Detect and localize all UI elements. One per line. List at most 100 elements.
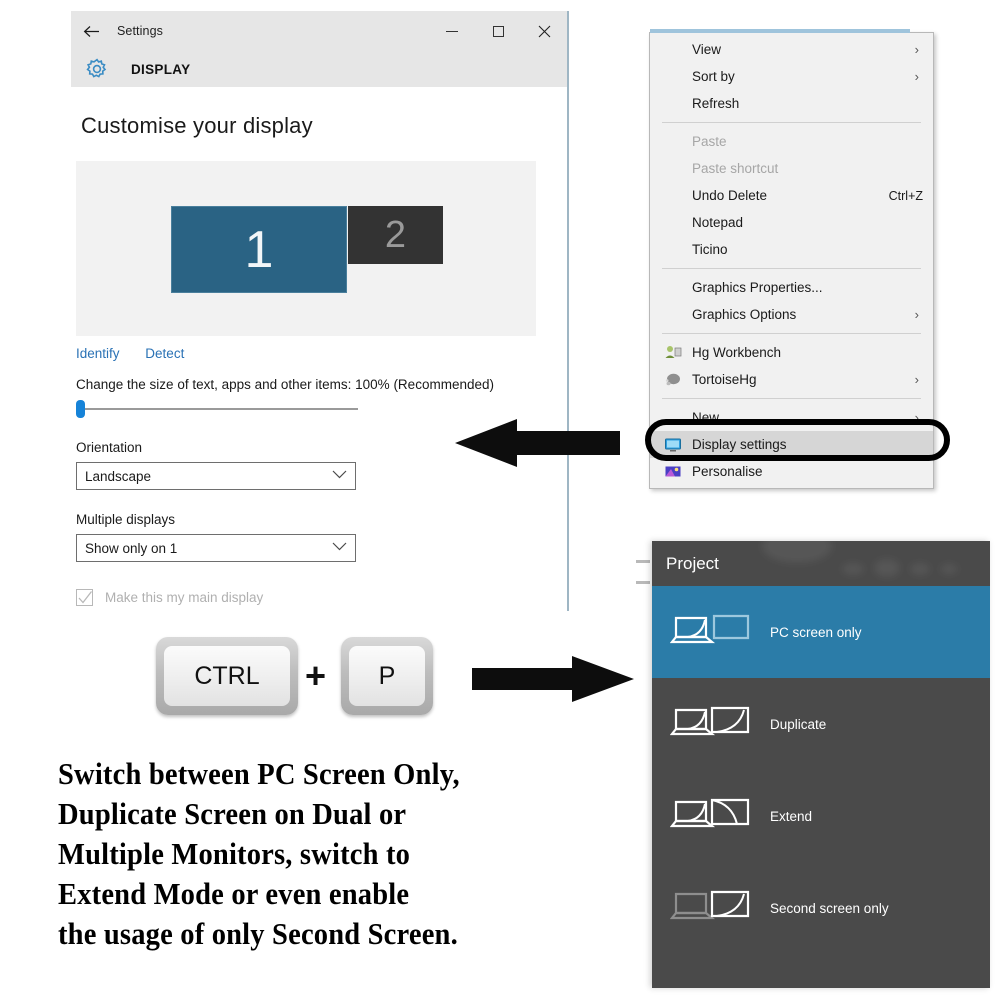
menu-separator xyxy=(662,398,921,399)
context-menu-item-ticino[interactable]: Ticino xyxy=(650,236,933,263)
context-menu-item-paste: Paste xyxy=(650,128,933,155)
check-icon xyxy=(78,591,92,604)
project-panel: Project PC screen only Duplicate Extend … xyxy=(652,541,990,988)
main-display-checkbox-row[interactable]: Make this my main display xyxy=(76,589,567,606)
gear-icon xyxy=(85,57,109,81)
maximize-icon xyxy=(492,25,504,37)
menu-item-label: TortoiseHg xyxy=(692,372,757,387)
menu-item-label: Ticino xyxy=(692,242,728,257)
slider-track xyxy=(80,408,358,410)
window-controls xyxy=(429,11,567,51)
chevron-down-icon xyxy=(332,542,347,554)
menu-item-label: Personalise xyxy=(692,464,763,479)
context-menu-item-personalise[interactable]: Personalise xyxy=(650,458,933,485)
menu-item-label: Graphics Options xyxy=(692,307,797,322)
main-display-checkbox-label: Make this my main display xyxy=(105,590,264,605)
settings-window: Settings DISPLAY Customise your display … xyxy=(71,11,569,637)
slider-thumb[interactable] xyxy=(76,400,85,418)
chevron-right-icon: › xyxy=(914,42,919,57)
project-option-duplicate[interactable]: Duplicate xyxy=(652,678,990,770)
display-settings-highlight-ring xyxy=(645,419,950,461)
settings-window-title: Settings xyxy=(117,24,163,38)
duplicate-icon xyxy=(669,702,756,747)
panel-edge-mark xyxy=(636,581,650,584)
identify-link[interactable]: Identify xyxy=(76,346,120,361)
caption-line-1: Switch between PC Screen Only, xyxy=(58,756,460,791)
project-option-label: Duplicate xyxy=(770,716,827,732)
project-option-second-screen-only[interactable]: Second screen only xyxy=(652,862,990,954)
menu-separator xyxy=(662,268,921,269)
blurred-taskbar-icon xyxy=(874,559,900,577)
settings-section-header: DISPLAY xyxy=(71,51,567,87)
main-display-checkbox[interactable] xyxy=(76,589,93,606)
context-menu-item-sort-by[interactable]: Sort by › xyxy=(650,63,933,90)
plus-sign: + xyxy=(305,655,327,696)
caption-line-3: Multiple Monitors, switch to xyxy=(58,835,411,871)
display-header-label: DISPLAY xyxy=(131,61,191,77)
minimize-button[interactable] xyxy=(429,11,475,51)
arrow-right-icon xyxy=(472,655,634,708)
menu-item-accelerator: Ctrl+Z xyxy=(888,188,923,203)
context-menu-item-undo-delete[interactable]: Undo Delete Ctrl+Z xyxy=(650,182,933,209)
multiple-displays-value: Show only on 1 xyxy=(85,540,178,556)
pc-screen-only-icon xyxy=(669,610,756,655)
context-menu-item-tortoisehg[interactable]: TortoiseHg › xyxy=(650,366,933,393)
display-preview-area: 1 2 xyxy=(76,161,536,336)
context-menu-item-refresh[interactable]: Refresh xyxy=(650,90,933,117)
menu-item-label: Hg Workbench xyxy=(692,345,782,360)
hg-workbench-icon xyxy=(664,344,682,362)
context-menu-item-view[interactable]: View › xyxy=(650,36,933,63)
monitor-2-preview[interactable]: 2 xyxy=(348,206,443,264)
project-panel-header: Project xyxy=(652,541,990,586)
monitor-1-preview[interactable]: 1 xyxy=(171,206,347,293)
context-menu-item-notepad[interactable]: Notepad xyxy=(650,209,933,236)
caption-line-2: Duplicate Screen on Dual or xyxy=(58,795,407,831)
chevron-right-icon: › xyxy=(914,372,919,387)
orientation-value: Landscape xyxy=(85,468,152,484)
settings-title-bar: Settings xyxy=(71,11,567,51)
back-arrow-icon[interactable] xyxy=(71,11,111,51)
menu-item-label: Graphics Properties... xyxy=(692,280,823,295)
screenshot-root: Settings DISPLAY Customise your display … xyxy=(0,0,1000,1000)
arrow-left-icon xyxy=(455,418,620,473)
project-option-extend[interactable]: Extend xyxy=(652,770,990,862)
menu-item-label: View xyxy=(692,42,722,57)
preview-links: Identify Detect xyxy=(76,346,567,361)
blurred-taskbar-icon xyxy=(762,541,832,563)
project-option-label: PC screen only xyxy=(770,624,862,640)
menu-separator xyxy=(662,122,921,123)
close-button[interactable] xyxy=(521,11,567,51)
extend-icon xyxy=(669,794,756,839)
blurred-taskbar-icon xyxy=(910,563,930,575)
project-option-label: Extend xyxy=(770,808,813,824)
maximize-button[interactable] xyxy=(475,11,521,51)
project-panel-title: Project xyxy=(666,553,719,573)
second-screen-only-icon xyxy=(669,886,756,931)
close-icon xyxy=(538,25,550,37)
multiple-displays-dropdown[interactable]: Show only on 1 xyxy=(76,534,356,562)
chevron-down-icon xyxy=(332,470,347,482)
context-menu-item-hg-workbench[interactable]: Hg Workbench xyxy=(650,339,933,366)
menu-item-label: Undo Delete xyxy=(692,188,768,203)
detect-link[interactable]: Detect xyxy=(145,346,184,361)
orientation-dropdown[interactable]: Landscape xyxy=(76,462,356,490)
menu-item-label: Notepad xyxy=(692,215,744,230)
minimize-icon xyxy=(446,30,458,32)
menu-item-label: Paste xyxy=(692,134,727,149)
scale-slider[interactable] xyxy=(76,400,358,418)
menu-item-label: Paste shortcut xyxy=(692,161,779,176)
context-menu-item-graphics-options[interactable]: Graphics Options › xyxy=(650,301,933,328)
ctrl-key-label: CTRL xyxy=(164,646,290,706)
p-key: P xyxy=(341,637,433,715)
project-option-label: Second screen only xyxy=(770,900,889,916)
project-option-pc-screen-only[interactable]: PC screen only xyxy=(652,586,990,678)
context-menu-item-graphics-properties[interactable]: Graphics Properties... xyxy=(650,274,933,301)
tortoisehg-icon xyxy=(664,371,682,389)
personalise-icon xyxy=(664,463,682,481)
scale-label: Change the size of text, apps and other … xyxy=(76,377,494,392)
caption-line-5: the usage of only Second Screen. xyxy=(58,915,458,951)
chevron-right-icon: › xyxy=(914,69,919,84)
p-key-label: P xyxy=(349,646,425,706)
caption-line-4: Extend Mode or even enable xyxy=(58,875,410,911)
caption-text: Switch between PC Screen Only, Duplicate… xyxy=(58,754,610,954)
